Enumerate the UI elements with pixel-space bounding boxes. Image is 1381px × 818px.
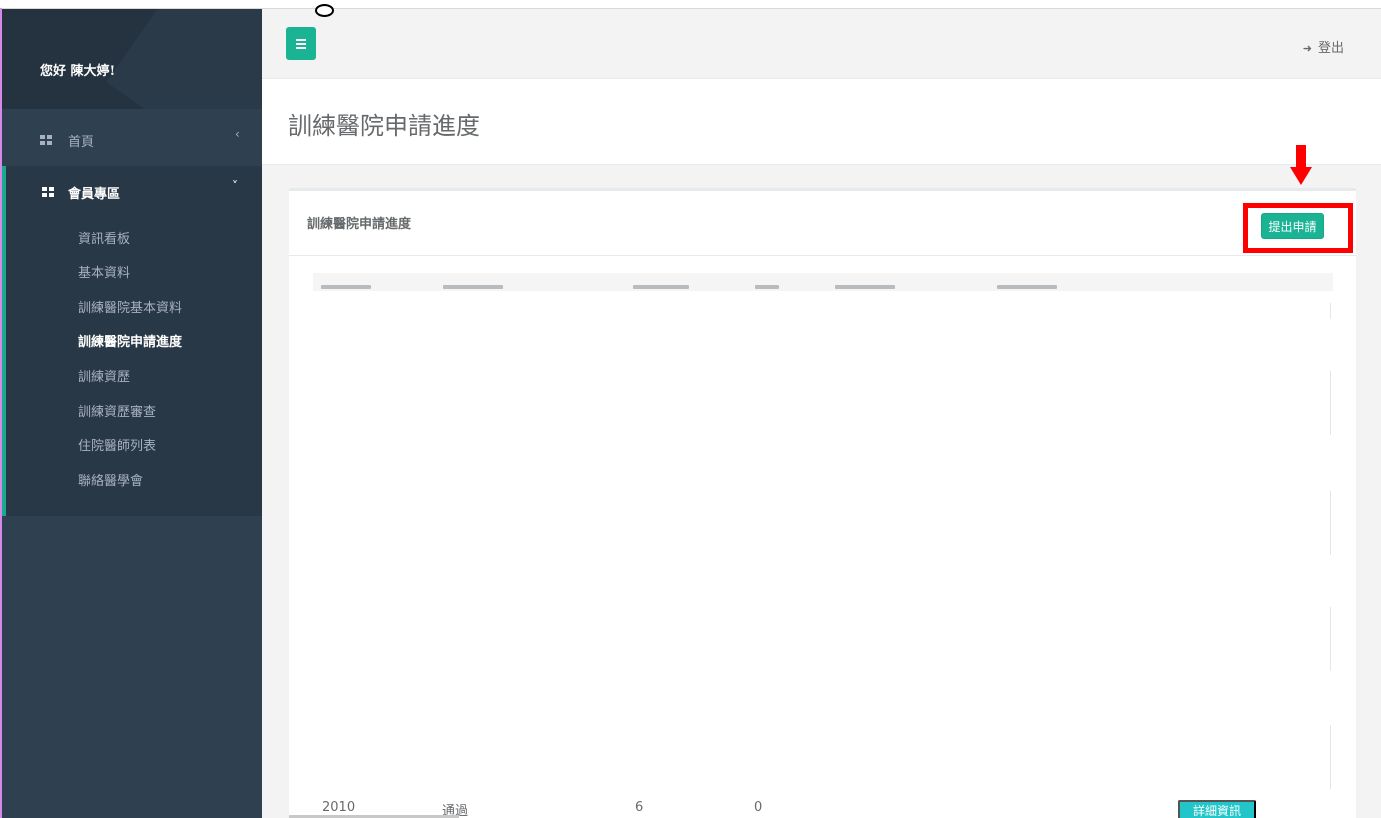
logout-label: 登出 bbox=[1317, 41, 1344, 56]
scroll-marker bbox=[1330, 491, 1331, 555]
app-window: 您好 陳大婷! 首頁 ‹ 會員專區 ˅ 資訊看板 基本資料 訓練醫院基本資料 訓… bbox=[0, 0, 1381, 818]
sidebar-item-dashboard[interactable]: 資訊看板 bbox=[78, 228, 130, 247]
sidebar-item-home[interactable]: 首頁 ‹ bbox=[2, 109, 262, 165]
top-navbar: ➜ 登出 bbox=[262, 9, 1381, 79]
column-header-fragment bbox=[633, 285, 689, 289]
column-header-fragment bbox=[755, 285, 779, 289]
scroll-marker bbox=[1330, 725, 1331, 789]
chevron-left-icon: ‹ bbox=[235, 127, 240, 141]
column-header-fragment bbox=[443, 285, 503, 289]
submit-application-button[interactable]: 提出申請 bbox=[1261, 213, 1324, 239]
page-heading: 訓練醫院申請進度 bbox=[262, 79, 1381, 165]
annotation-circle bbox=[315, 4, 334, 17]
logout-link[interactable]: ➜ 登出 bbox=[1303, 37, 1344, 56]
scroll-marker bbox=[1330, 371, 1331, 435]
cell-year: 2010 bbox=[322, 800, 356, 815]
scroll-marker bbox=[1330, 303, 1331, 319]
sidebar-header: 您好 陳大婷! bbox=[2, 9, 262, 109]
column-header-fragment bbox=[997, 285, 1057, 289]
page-title: 訓練醫院申請進度 bbox=[288, 112, 480, 140]
card-divider bbox=[289, 255, 1356, 256]
sidebar-item-member[interactable]: 會員專區 bbox=[68, 183, 120, 202]
sign-out-icon: ➜ bbox=[1302, 42, 1312, 55]
th-large-icon bbox=[40, 135, 53, 146]
sidebar-item-contact[interactable]: 聯絡醫學會 bbox=[78, 470, 143, 489]
th-large-icon bbox=[42, 187, 55, 198]
sidebar-item-resident-list[interactable]: 住院醫師列表 bbox=[78, 435, 156, 454]
sidebar-item-basic-info[interactable]: 基本資料 bbox=[78, 262, 130, 281]
sidebar-item-hospital-application[interactable]: 訓練醫院申請進度 bbox=[78, 331, 182, 350]
menu-toggle-button[interactable] bbox=[286, 27, 316, 60]
sidebar-item-training-review[interactable]: 訓練資歷審查 bbox=[78, 401, 156, 420]
sidebar: 您好 陳大婷! 首頁 ‹ 會員專區 ˅ 資訊看板 基本資料 訓練醫院基本資料 訓… bbox=[2, 9, 262, 818]
application-card: 訓練醫院申請進度 提出申請 2010 通過 6 0 詳細資訊 bbox=[289, 145, 1356, 818]
column-header-fragment bbox=[835, 285, 895, 289]
cell-count-b: 0 bbox=[754, 800, 763, 815]
hamburger-icon bbox=[296, 39, 306, 41]
cell-count-a: 6 bbox=[635, 800, 644, 815]
table-header bbox=[313, 273, 1333, 291]
annotation-arrow-icon bbox=[1290, 145, 1312, 187]
column-header-fragment bbox=[321, 285, 371, 289]
detail-info-button[interactable]: 詳細資訊 bbox=[1178, 800, 1256, 818]
sidebar-group-member: 會員專區 ˅ 資訊看板 基本資料 訓練醫院基本資料 訓練醫院申請進度 訓練資歷 … bbox=[2, 166, 262, 516]
header-shade bbox=[106, 9, 262, 109]
scroll-marker bbox=[1330, 607, 1331, 671]
user-greeting: 您好 陳大婷! bbox=[40, 64, 116, 79]
sidebar-item-training-record[interactable]: 訓練資歷 bbox=[78, 366, 130, 385]
sidebar-item-home-label: 首頁 bbox=[68, 135, 95, 150]
chevron-down-icon: ˅ bbox=[232, 179, 238, 193]
card-title: 訓練醫院申請進度 bbox=[307, 217, 412, 232]
sidebar-item-hospital-info[interactable]: 訓練醫院基本資料 bbox=[78, 297, 182, 316]
